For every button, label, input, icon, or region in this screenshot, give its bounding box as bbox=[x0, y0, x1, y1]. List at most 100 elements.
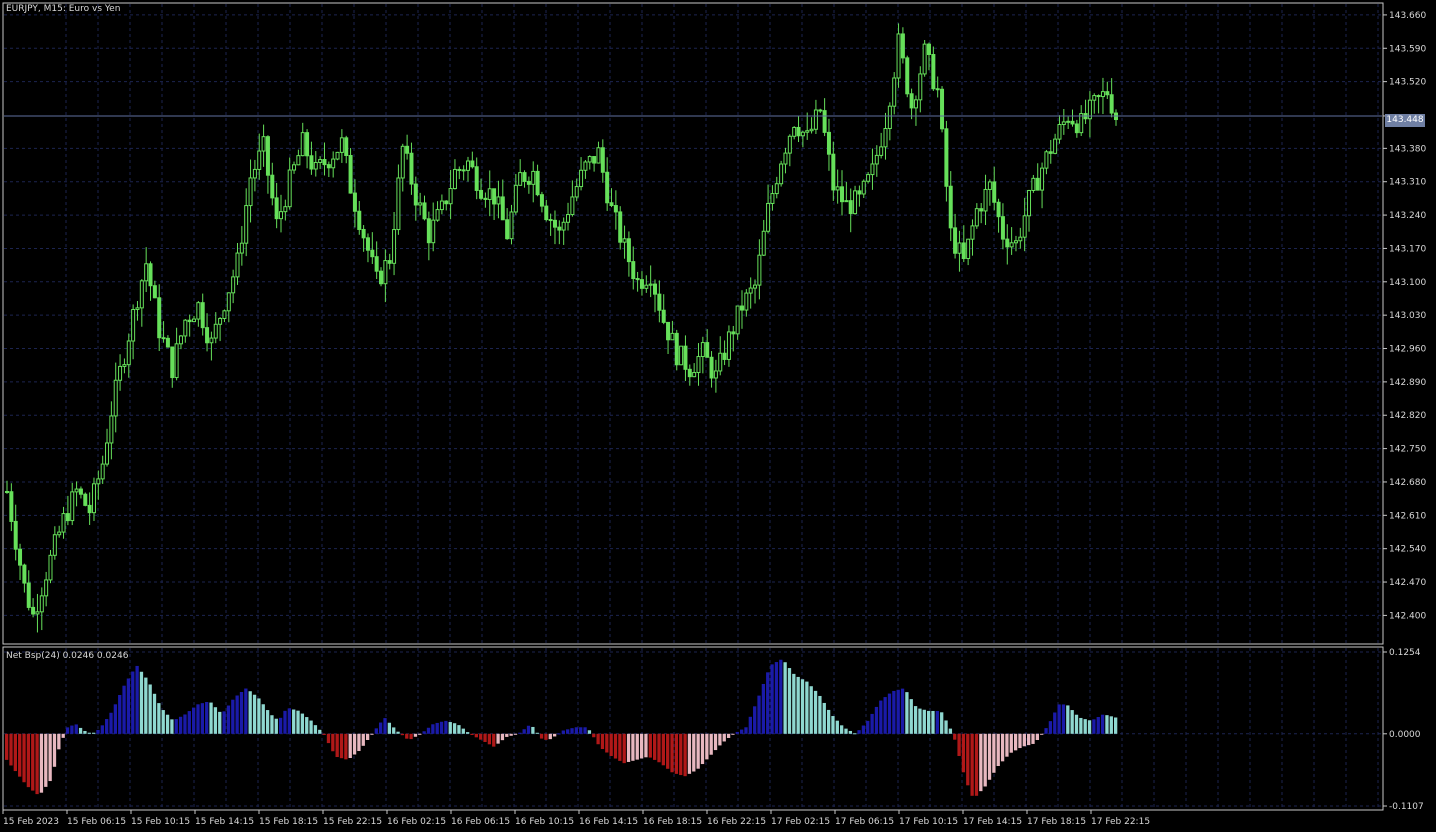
histogram-bar bbox=[209, 702, 213, 734]
candle-body bbox=[1013, 240, 1018, 244]
candle-body bbox=[431, 219, 436, 244]
candle-body bbox=[948, 185, 953, 229]
time-axis-label: 17 Feb 10:15 bbox=[899, 817, 958, 827]
histogram-bar bbox=[257, 698, 261, 734]
histogram-bar bbox=[470, 733, 474, 735]
candle-body bbox=[252, 168, 257, 179]
candle-body bbox=[413, 183, 418, 206]
price-axis-label: 143.520 bbox=[1389, 78, 1426, 88]
candle-body bbox=[422, 202, 427, 220]
histogram-bar bbox=[826, 709, 831, 734]
candle-body bbox=[400, 145, 405, 179]
histogram-bar bbox=[426, 727, 431, 734]
histogram-bar bbox=[813, 690, 818, 734]
candle-body bbox=[687, 368, 692, 378]
candle-body bbox=[26, 582, 31, 608]
candle-body bbox=[274, 197, 279, 220]
candle-body bbox=[248, 177, 253, 207]
candle-body bbox=[1044, 151, 1049, 169]
histogram-bar bbox=[653, 733, 657, 760]
candle-body bbox=[352, 192, 357, 212]
candle-body bbox=[483, 197, 488, 200]
histogram-bar bbox=[192, 707, 196, 734]
candle-body bbox=[996, 201, 1001, 218]
candle-body bbox=[792, 126, 797, 137]
time-axis-label: 15 Feb 2023 bbox=[3, 817, 59, 827]
histogram-bar bbox=[196, 704, 200, 734]
candle-body bbox=[766, 202, 771, 232]
candle-body bbox=[840, 186, 845, 203]
candle-body bbox=[500, 196, 505, 221]
candle-body bbox=[444, 200, 449, 205]
histogram-bar bbox=[1009, 733, 1013, 753]
histogram-bar bbox=[896, 689, 900, 734]
candle-body bbox=[192, 318, 197, 323]
candle-body bbox=[570, 196, 575, 216]
histogram-bar bbox=[922, 709, 926, 734]
candle-body bbox=[696, 356, 701, 374]
candle-body bbox=[365, 237, 370, 251]
histogram-bar bbox=[1022, 733, 1026, 747]
histogram-bar bbox=[413, 733, 418, 737]
histogram-bar bbox=[335, 733, 339, 758]
candle-body bbox=[1005, 238, 1010, 248]
candle-body bbox=[205, 327, 210, 344]
histogram-bar bbox=[1040, 733, 1044, 735]
price-axis-label: 143.240 bbox=[1389, 211, 1426, 221]
candle-body bbox=[674, 332, 679, 366]
candle-body bbox=[866, 174, 871, 182]
candle-body bbox=[626, 238, 631, 263]
candle-body bbox=[387, 260, 392, 264]
time-axis-label: 15 Feb 18:15 bbox=[259, 817, 318, 827]
histogram-bar bbox=[213, 707, 218, 734]
histogram-bar bbox=[722, 733, 726, 742]
histogram-bar bbox=[65, 727, 70, 734]
price-axis-label: 142.750 bbox=[1389, 445, 1426, 455]
candle-body bbox=[18, 548, 23, 566]
histogram-bar bbox=[766, 672, 770, 734]
histogram-bar bbox=[935, 710, 939, 734]
histogram-bar bbox=[1048, 721, 1053, 734]
histogram-bar bbox=[874, 706, 879, 734]
candle-body bbox=[1057, 124, 1062, 140]
histogram-bar bbox=[461, 728, 465, 734]
histogram-bar bbox=[61, 733, 65, 738]
histogram-bar bbox=[866, 720, 870, 734]
histogram-bar bbox=[940, 712, 944, 734]
time-axis-label: 17 Feb 18:15 bbox=[1027, 817, 1086, 827]
histogram-bar bbox=[83, 730, 87, 734]
candle-body bbox=[648, 283, 653, 286]
candle-body bbox=[953, 227, 958, 254]
histogram-bar bbox=[613, 733, 618, 759]
candle-body bbox=[139, 280, 144, 309]
chart-canvas[interactable]: 15 Feb 2023 15 Feb 06:15 15 Feb 10:15 15 Fe… bbox=[0, 0, 1436, 832]
candle-body bbox=[1070, 120, 1075, 125]
candle-body bbox=[548, 219, 553, 222]
histogram-bar bbox=[774, 662, 779, 734]
indicator-axis-label: 0.0000 bbox=[1389, 730, 1421, 740]
candle-body bbox=[331, 158, 336, 169]
candle-body bbox=[518, 172, 523, 186]
histogram-bar bbox=[979, 733, 983, 792]
candle-body bbox=[178, 335, 183, 345]
histogram-bar bbox=[113, 704, 118, 734]
histogram-bar bbox=[618, 733, 622, 761]
histogram-bar bbox=[605, 733, 609, 753]
candle-body bbox=[531, 170, 536, 185]
histogram-bar bbox=[587, 730, 592, 734]
histogram-bar bbox=[526, 725, 531, 734]
candle-body bbox=[96, 478, 101, 485]
histogram-bar bbox=[218, 711, 222, 734]
histogram-bar bbox=[1079, 717, 1083, 734]
histogram-bar bbox=[892, 690, 896, 734]
histogram-bar bbox=[422, 731, 426, 734]
histogram-bar bbox=[592, 733, 596, 738]
candle-body bbox=[322, 159, 327, 166]
histogram-bar bbox=[1057, 704, 1061, 734]
candle-body bbox=[657, 293, 662, 311]
candle-body bbox=[361, 228, 366, 239]
histogram-bar bbox=[144, 677, 148, 734]
time-axis-label: 17 Feb 02:15 bbox=[771, 817, 830, 827]
candle-body bbox=[631, 261, 636, 280]
candle-body bbox=[718, 352, 723, 372]
